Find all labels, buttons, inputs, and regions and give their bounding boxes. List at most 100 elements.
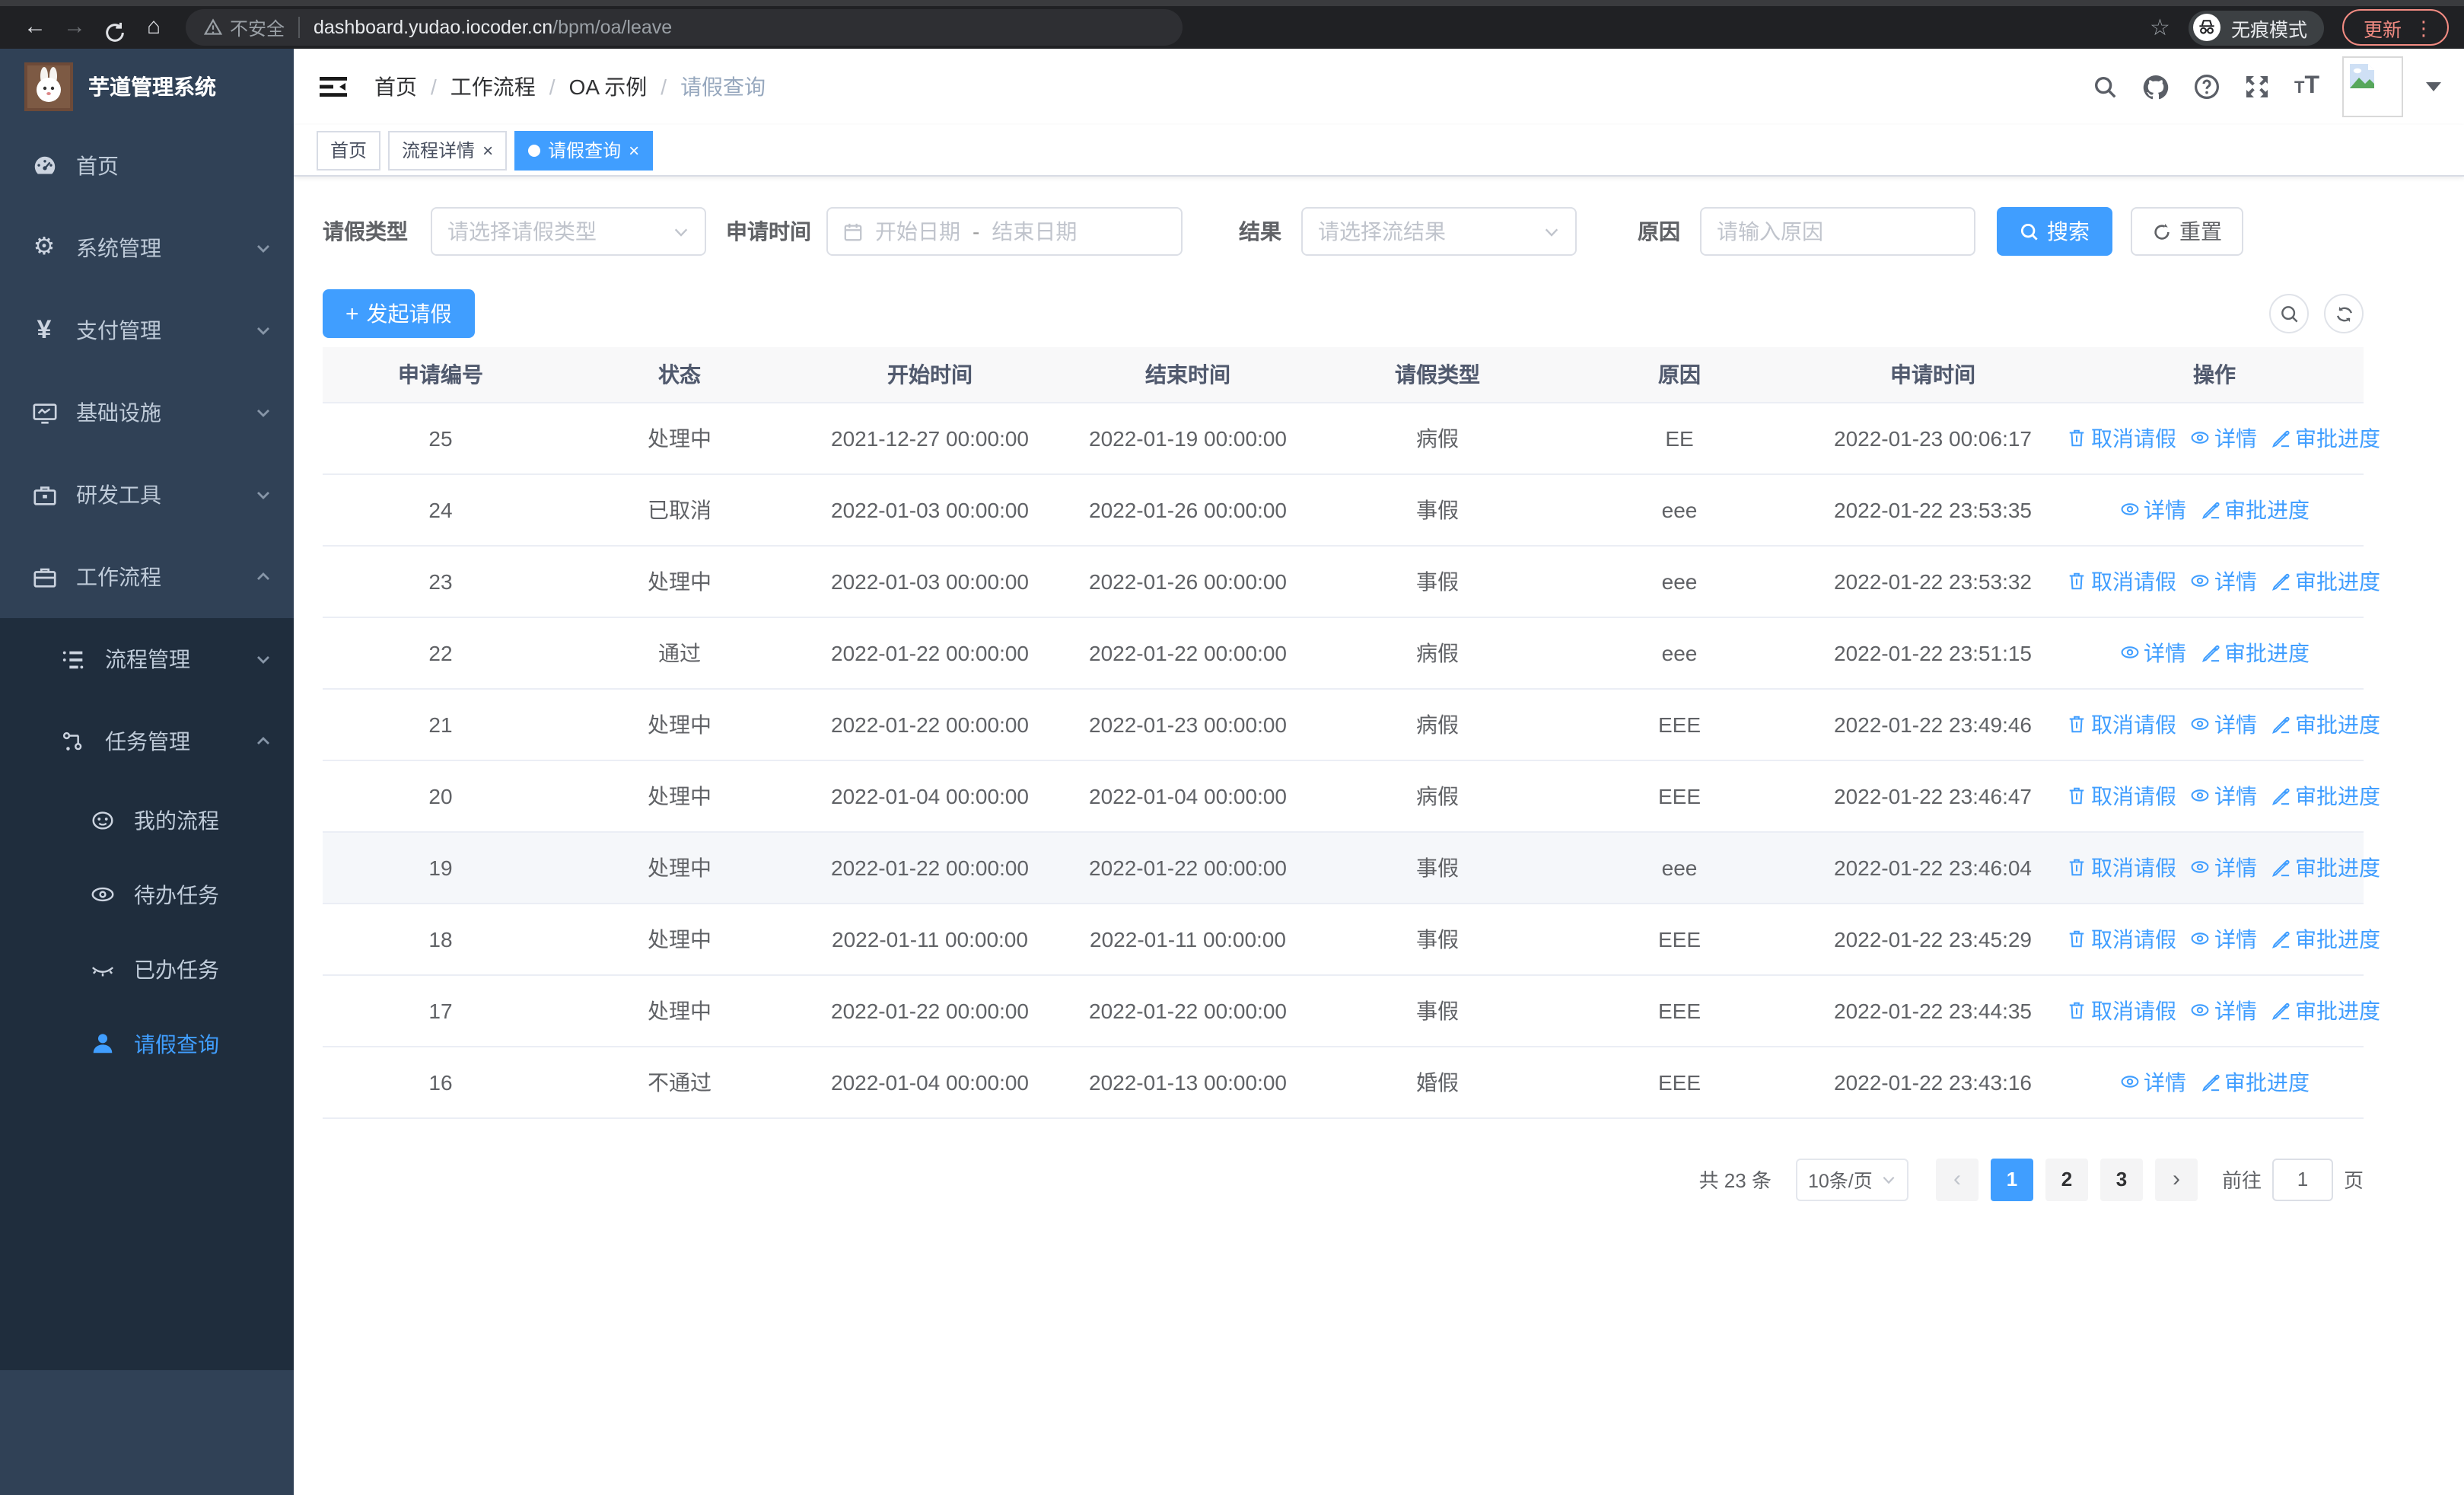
cancel-leave-action[interactable]: 取消请假 bbox=[2067, 852, 2176, 882]
approval-progress-action[interactable]: 审批进度 bbox=[2271, 422, 2380, 453]
help-icon[interactable] bbox=[2194, 73, 2221, 100]
cancel-leave-action[interactable]: 取消请假 bbox=[2067, 780, 2176, 811]
cell-end-time: 2022-01-04 00:00:00 bbox=[1059, 760, 1316, 832]
chevron-down-icon bbox=[1883, 1175, 1895, 1184]
cancel-leave-action[interactable]: 取消请假 bbox=[2067, 995, 2176, 1025]
omnibox-divider bbox=[298, 17, 301, 38]
refresh-table-button[interactable] bbox=[2324, 294, 2364, 333]
detail-action[interactable]: 详情 bbox=[2190, 422, 2257, 453]
page-button-1[interactable]: 1 bbox=[1990, 1158, 2033, 1200]
leave-type-select[interactable]: 请选择请假类型 bbox=[431, 207, 706, 256]
cancel-leave-action[interactable]: 取消请假 bbox=[2067, 422, 2176, 453]
result-select[interactable]: 请选择流结果 bbox=[1301, 207, 1577, 256]
page-size-select[interactable]: 10条/页 bbox=[1795, 1158, 1908, 1200]
sidebar-item-process-mgmt[interactable]: 流程管理 bbox=[0, 618, 294, 700]
detail-action[interactable]: 详情 bbox=[2190, 852, 2257, 882]
sidebar-item-workflow[interactable]: 工作流程 bbox=[0, 536, 294, 618]
sidebar-item-payment[interactable]: ¥ 支付管理 bbox=[0, 289, 294, 371]
detail-action[interactable]: 详情 bbox=[2119, 494, 2186, 524]
next-page-button[interactable]: › bbox=[2154, 1158, 2198, 1200]
page-button-3[interactable]: 3 bbox=[2099, 1158, 2143, 1200]
approval-progress-action[interactable]: 审批进度 bbox=[2271, 566, 2380, 596]
cell-actions: 取消请假 详情 审批进度 bbox=[2065, 545, 2380, 617]
approval-progress-action[interactable]: 审批进度 bbox=[2271, 852, 2380, 882]
cancel-leave-action[interactable]: 取消请假 bbox=[2067, 923, 2176, 954]
approval-progress-action[interactable]: 审批进度 bbox=[2271, 709, 2380, 739]
detail-action[interactable]: 详情 bbox=[2190, 995, 2257, 1025]
browser-menu-icon[interactable]: ⋮ bbox=[2414, 18, 2434, 37]
browser-frame-strip bbox=[0, 0, 2464, 6]
forward-icon[interactable]: → bbox=[55, 6, 94, 49]
sidebar-item-home[interactable]: 首页 bbox=[0, 125, 294, 207]
home-icon[interactable]: ⌂ bbox=[134, 6, 173, 49]
detail-action[interactable]: 详情 bbox=[2119, 1066, 2186, 1097]
cell-status: 处理中 bbox=[559, 974, 801, 1047]
sidebar-item-infra[interactable]: 基础设施 bbox=[0, 371, 294, 454]
main-panel: 首页 / 工作流程 / OA 示例 / 请假查询 TT 首页 流程详情 × 请假… bbox=[294, 49, 2464, 1495]
github-icon[interactable] bbox=[2142, 72, 2171, 101]
sidebar-collapse-icon[interactable] bbox=[317, 70, 350, 104]
tab-home[interactable]: 首页 bbox=[317, 130, 381, 170]
table-row: 22 通过 2022-01-22 00:00:00 2022-01-22 00:00:… bbox=[323, 617, 2364, 689]
back-icon[interactable]: ← bbox=[15, 6, 55, 49]
show-search-toggle-button[interactable] bbox=[2269, 294, 2309, 333]
approval-progress-action[interactable]: 审批进度 bbox=[2200, 637, 2310, 668]
tab-leave-query[interactable]: 请假查询 × bbox=[514, 130, 654, 170]
detail-action[interactable]: 详情 bbox=[2119, 637, 2186, 668]
address-bar[interactable]: 不安全 dashboard.yudao.iocoder.cn/bpm/oa/le… bbox=[186, 9, 1183, 46]
sidebar-item-todo-tasks[interactable]: 待办任务 bbox=[0, 857, 294, 932]
approval-progress-action[interactable]: 审批进度 bbox=[2271, 780, 2380, 811]
reason-input[interactable]: 请输入原因 bbox=[1700, 207, 1975, 256]
bookmark-star-icon[interactable]: ☆ bbox=[2150, 14, 2170, 41]
sidebar-logo[interactable]: 芋道管理系统 bbox=[0, 49, 294, 125]
close-icon[interactable]: × bbox=[482, 141, 493, 159]
breadcrumb-item[interactable]: 首页 bbox=[374, 72, 417, 102]
cancel-leave-action[interactable]: 取消请假 bbox=[2067, 709, 2176, 739]
close-icon[interactable]: × bbox=[629, 141, 639, 159]
sidebar-item-done-tasks[interactable]: 已办任务 bbox=[0, 932, 294, 1006]
sidebar-item-leave-query[interactable]: 请假查询 bbox=[0, 1006, 294, 1081]
avatar[interactable] bbox=[2342, 56, 2403, 117]
sidebar-item-devtools[interactable]: 研发工具 bbox=[0, 454, 294, 536]
apply-time-range-picker[interactable]: 开始日期 - 结束日期 bbox=[826, 207, 1183, 256]
breadcrumb-item[interactable]: OA 示例 bbox=[569, 72, 648, 102]
sidebar-item-label: 任务管理 bbox=[105, 729, 190, 754]
col-header-actions: 操作 bbox=[2065, 347, 2364, 403]
search-button[interactable]: 搜索 bbox=[1997, 207, 2112, 256]
url-path: /bpm/oa/leave bbox=[552, 17, 673, 38]
reset-button[interactable]: 重置 bbox=[2131, 207, 2243, 256]
sidebar-item-system[interactable]: ⚙ 系统管理 bbox=[0, 207, 294, 289]
page-button-2[interactable]: 2 bbox=[2045, 1158, 2088, 1200]
breadcrumb-item[interactable]: 工作流程 bbox=[450, 72, 536, 102]
detail-action[interactable]: 详情 bbox=[2190, 923, 2257, 954]
detail-action[interactable]: 详情 bbox=[2190, 780, 2257, 811]
total-count-label: 共 23 条 bbox=[1698, 1169, 1772, 1192]
search-icon[interactable] bbox=[2093, 74, 2119, 100]
warning-icon bbox=[204, 18, 222, 35]
reload-icon[interactable] bbox=[94, 11, 134, 43]
prev-page-button[interactable]: ‹ bbox=[1935, 1158, 1979, 1200]
approval-progress-action[interactable]: 审批进度 bbox=[2271, 995, 2380, 1025]
user-menu-caret-icon[interactable] bbox=[2426, 82, 2441, 91]
browser-update-button[interactable]: 更新 ⋮ bbox=[2341, 9, 2449, 46]
sidebar-item-label: 基础设施 bbox=[76, 400, 161, 425]
approval-progress-action[interactable]: 审批进度 bbox=[2200, 1066, 2310, 1097]
approval-progress-action[interactable]: 审批进度 bbox=[2271, 923, 2380, 954]
approval-progress-action[interactable]: 审批进度 bbox=[2200, 494, 2310, 524]
fullscreen-icon[interactable] bbox=[2244, 73, 2271, 100]
cancel-leave-action[interactable]: 取消请假 bbox=[2067, 566, 2176, 596]
table-row: 16 不通过 2022-01-04 00:00:00 2022-01-13 00:00… bbox=[323, 1046, 2364, 1118]
sidebar-item-task-mgmt[interactable]: 任务管理 bbox=[0, 700, 294, 783]
tab-process-detail[interactable]: 流程详情 × bbox=[388, 130, 508, 170]
sidebar-item-my-process[interactable]: 我的流程 bbox=[0, 783, 294, 857]
detail-action[interactable]: 详情 bbox=[2190, 566, 2257, 596]
cell-end-time: 2022-01-26 00:00:00 bbox=[1059, 473, 1316, 546]
font-size-icon[interactable]: TT bbox=[2294, 73, 2319, 100]
col-header-status: 状态 bbox=[559, 347, 801, 403]
detail-action[interactable]: 详情 bbox=[2190, 709, 2257, 739]
goto-page-input[interactable]: 1 bbox=[2271, 1158, 2333, 1200]
table-row: 24 已取消 2022-01-03 00:00:00 2022-01-26 00:00… bbox=[323, 473, 2364, 546]
cell-id: 16 bbox=[323, 1046, 559, 1118]
security-status[interactable]: 不安全 bbox=[204, 14, 285, 40]
create-leave-button[interactable]: + 发起请假 bbox=[323, 289, 475, 338]
